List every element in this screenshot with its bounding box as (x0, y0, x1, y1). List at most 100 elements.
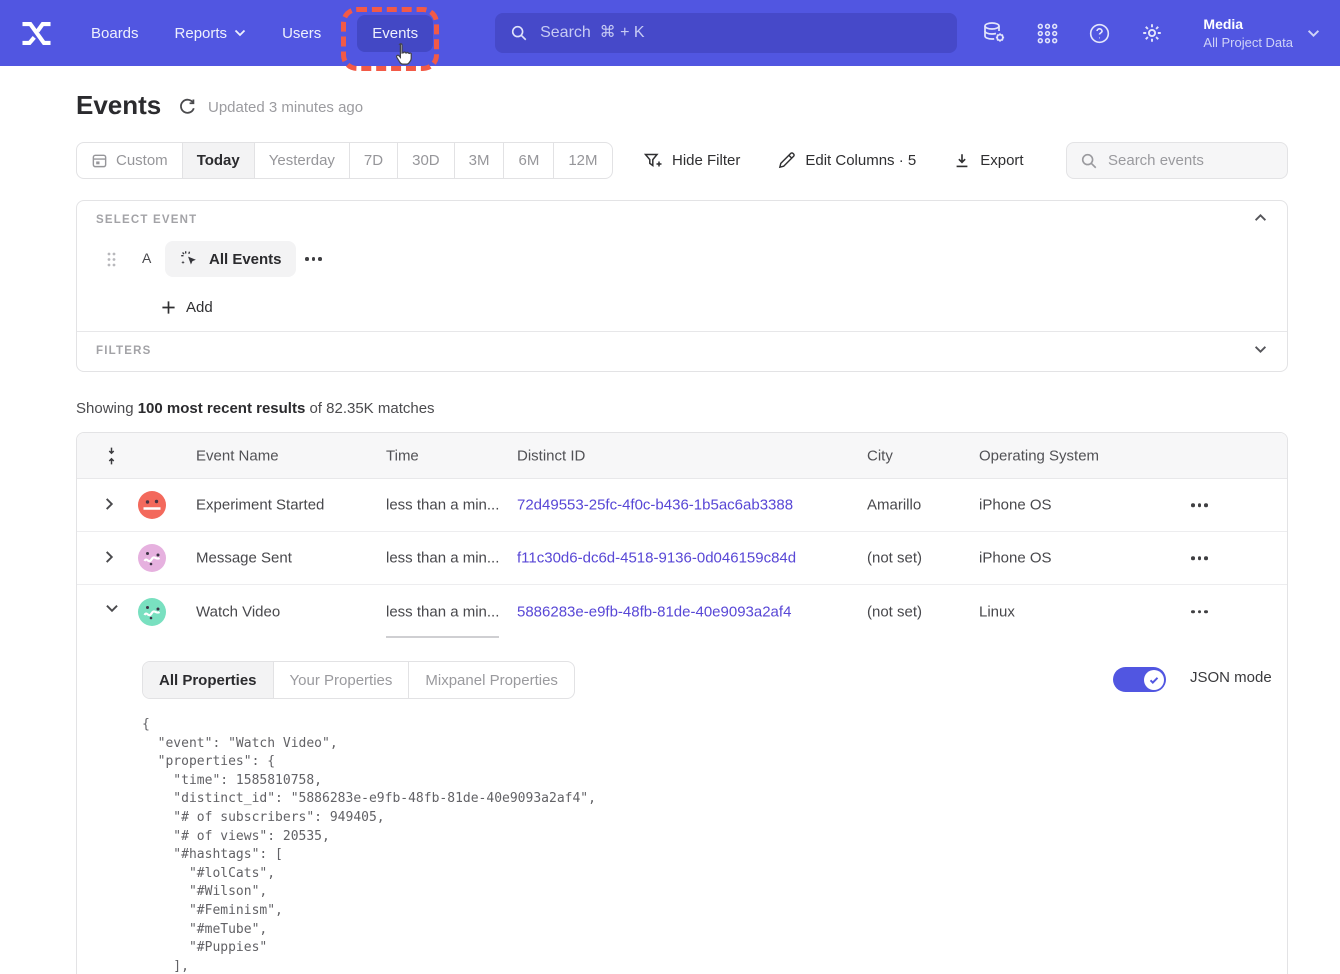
export-button[interactable]: Export (953, 152, 1023, 170)
primary-nav: BoardsReportsUsersEvents (91, 15, 433, 52)
os-cell: iPhone OS (979, 550, 1052, 567)
select-event-label: SELECT EVENT (96, 214, 197, 226)
user-avatar (138, 544, 166, 572)
row-actions-button[interactable] (1185, 550, 1214, 566)
project-name: Media (1203, 15, 1293, 34)
user-avatar (138, 598, 166, 626)
json-mode-label: JSON mode (1190, 669, 1272, 686)
nav-item-reports[interactable]: Reports (175, 25, 247, 42)
table-toolbar: Hide Filter Edit Columns · 5 Export (643, 142, 1024, 179)
tab-your-properties[interactable]: Your Properties (273, 662, 409, 698)
column-header-city[interactable]: City (867, 447, 893, 464)
selected-event-button[interactable]: All Events (165, 241, 296, 277)
global-search[interactable] (495, 13, 957, 53)
edit-columns-button[interactable]: Edit Columns · 5 (777, 151, 916, 170)
mixpanel-logo-icon[interactable] (20, 17, 53, 50)
nav-item-label: Boards (91, 25, 139, 42)
drag-handle-icon[interactable] (106, 251, 117, 268)
date-range-yesterday[interactable]: Yesterday (254, 143, 349, 178)
date-range-30d[interactable]: 30D (397, 143, 454, 178)
hide-filter-label: Hide Filter (672, 152, 740, 169)
events-search-input[interactable] (1108, 152, 1307, 169)
table-header-row: Event Name Time Distinct ID City Operating S… (77, 433, 1287, 479)
nav-item-boards[interactable]: Boards (91, 25, 139, 42)
edit-columns-label: Edit Columns · 5 (805, 152, 916, 169)
chevron-down-icon (234, 29, 246, 37)
filters-label: FILTERS (96, 345, 151, 357)
refresh-icon[interactable] (178, 97, 197, 116)
event-more-button[interactable] (305, 241, 322, 277)
nav-item-label: Reports (175, 25, 228, 42)
properties-tabs: All PropertiesYour PropertiesMixpanel Pr… (142, 661, 575, 699)
ellipsis-icon (305, 257, 322, 261)
pencil-icon (777, 151, 796, 170)
time-cell: less than a min... (386, 603, 499, 620)
event-name-cell: Experiment Started (196, 497, 324, 514)
date-range-custom[interactable]: Custom (77, 143, 182, 178)
chevron-up-icon[interactable] (1254, 213, 1267, 222)
data-management-icon[interactable] (981, 20, 1007, 46)
date-range-label: Today (197, 152, 240, 169)
event-json-viewer: { "event": "Watch Video", "properties": … (142, 716, 596, 974)
top-navbar: BoardsReportsUsersEvents (0, 0, 1340, 66)
divider (77, 331, 1287, 332)
user-avatar (138, 491, 166, 519)
tab-all-properties[interactable]: All Properties (143, 662, 273, 698)
add-event-button[interactable]: Add (161, 293, 213, 321)
date-range-label: 6M (518, 152, 539, 169)
column-header-operating-system[interactable]: Operating System (979, 447, 1099, 464)
date-range-12m[interactable]: 12M (553, 143, 611, 178)
calendar-icon (91, 152, 108, 169)
expand-row-icon[interactable] (105, 497, 121, 513)
chevron-down-icon[interactable] (1254, 345, 1267, 354)
event-detail-panel: All PropertiesYour PropertiesMixpanel Pr… (77, 638, 1287, 974)
city-cell: (not set) (867, 550, 922, 567)
json-mode-toggle[interactable] (1113, 667, 1166, 692)
project-switcher[interactable]: Media All Project Data (1203, 15, 1320, 51)
column-header-distinct-id[interactable]: Distinct ID (517, 447, 585, 464)
column-resize-indicator (386, 636, 499, 638)
results-summary: Showing 100 most recent results of 82.35… (76, 400, 435, 417)
time-cell: less than a min... (386, 497, 499, 514)
page-title: Events (76, 90, 161, 121)
row-actions-button[interactable] (1185, 604, 1214, 620)
nav-item-label: Users (282, 25, 321, 42)
table-row: Message Sentless than a min...f11c30d6-d… (77, 532, 1287, 585)
settings-gear-icon[interactable] (1140, 21, 1164, 45)
date-range-7d[interactable]: 7D (349, 143, 397, 178)
date-range-today[interactable]: Today (182, 143, 254, 178)
nav-item-users[interactable]: Users (282, 25, 321, 42)
toggle-check-icon (1144, 670, 1164, 690)
distinct-id-link[interactable]: 72d49553-25fc-4f0c-b436-1b5ac6ab3388 (517, 497, 793, 514)
events-table: Event Name Time Distinct ID City Operating S… (76, 432, 1288, 974)
event-name-cell: Watch Video (196, 603, 280, 620)
os-cell: Linux (979, 603, 1015, 620)
collapse-row-icon[interactable] (105, 604, 121, 620)
date-range-label: 12M (568, 152, 597, 169)
column-header-event-name[interactable]: Event Name (196, 447, 279, 464)
distinct-id-link[interactable]: 5886283e-e9fb-48fb-81de-40e9093a2af4 (517, 603, 791, 620)
filter-funnel-icon (643, 151, 663, 171)
distinct-id-link[interactable]: f11c30d6-dc6d-4518-9136-0d046159c84d (517, 550, 796, 567)
events-search[interactable] (1066, 142, 1288, 179)
apps-grid-icon[interactable] (1036, 22, 1059, 45)
expand-row-icon[interactable] (105, 550, 121, 566)
step-letter: A (142, 250, 151, 266)
global-search-input[interactable] (540, 24, 942, 42)
download-icon (953, 152, 971, 170)
search-icon (1080, 152, 1098, 170)
date-range-6m[interactable]: 6M (503, 143, 553, 178)
summary-prefix: Showing (76, 400, 138, 417)
row-actions-button[interactable] (1185, 497, 1214, 513)
tab-mixpanel-properties[interactable]: Mixpanel Properties (408, 662, 574, 698)
column-header-time[interactable]: Time (386, 447, 419, 464)
hide-filter-button[interactable]: Hide Filter (643, 151, 740, 171)
city-cell: (not set) (867, 603, 922, 620)
city-cell: Amarillo (867, 497, 921, 514)
help-icon[interactable] (1088, 22, 1111, 45)
date-range-label: Custom (116, 152, 168, 169)
last-updated-text: Updated 3 minutes ago (208, 99, 363, 116)
summary-highlight: 100 most recent results (138, 400, 306, 417)
collapse-rows-icon[interactable] (105, 445, 118, 466)
date-range-3m[interactable]: 3M (454, 143, 504, 178)
